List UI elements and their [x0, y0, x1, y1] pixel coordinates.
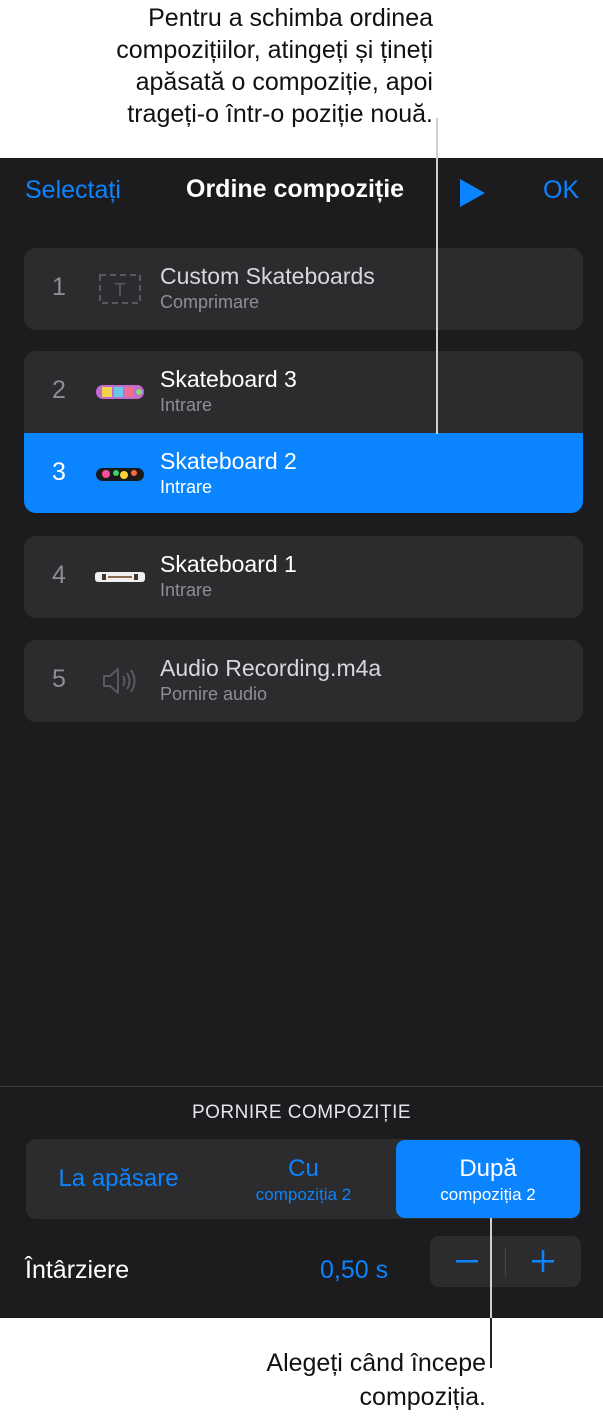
section-divider — [0, 1086, 603, 1087]
build-effect: Intrare — [160, 395, 213, 415]
callout-reorder-instructions: Pentru a schimba ordinea compozițiilor, … — [13, 2, 433, 130]
build-row-4[interactable]: 4 Skateboard 1 Intrare — [24, 536, 583, 618]
option-sublabel: compoziția 2 — [440, 1185, 536, 1204]
build-name: Custom Skateboards — [160, 263, 375, 289]
skateboard-2-image — [96, 468, 144, 481]
build-number: 1 — [52, 273, 66, 301]
build-name: Skateboard 3 — [160, 366, 297, 392]
callout-leader-line — [490, 1218, 492, 1318]
build-row-5[interactable]: 5 Audio Recording.m4a Pornire audio — [24, 640, 583, 722]
select-button[interactable]: Selectați — [25, 176, 121, 205]
plus-icon[interactable] — [506, 1236, 581, 1287]
nav-bar: Selectați Ordine compoziție OK — [0, 158, 603, 230]
build-number: 3 — [52, 458, 66, 486]
option-with-build[interactable]: Cu compoziția 2 — [211, 1139, 396, 1219]
option-label: După — [459, 1155, 517, 1182]
text-box-icon: T — [99, 274, 141, 304]
build-name: Skateboard 1 — [160, 551, 297, 577]
play-icon[interactable] — [457, 178, 487, 208]
callout-start-build: Alegeți când începe compoziția. — [86, 1346, 486, 1414]
svg-text:T: T — [115, 280, 126, 300]
build-name: Audio Recording.m4a — [160, 655, 382, 681]
build-number: 2 — [52, 376, 66, 404]
delay-value: 0,50 s — [320, 1256, 389, 1284]
callout-line: apăsată o compoziție, apoi — [135, 68, 433, 96]
callout-line: compozițiilor, atingeți și țineți — [116, 36, 433, 64]
build-number: 4 — [52, 561, 66, 589]
build-row-2[interactable]: 2 Skateboard 3 Intrare — [24, 351, 583, 433]
build-row-3[interactable]: 3 Skateboard 2 Intrare — [24, 433, 583, 513]
skateboard-3-image — [96, 385, 144, 399]
build-row-1[interactable]: 1 T Custom Skateboards Comprimare — [24, 248, 583, 330]
build-name: Skateboard 2 — [160, 448, 297, 474]
option-label: Cu — [288, 1155, 319, 1182]
callout-line: trageți-o într-o poziție nouă. — [127, 100, 433, 128]
build-order-panel: Selectați Ordine compoziție OK 1 T Custo… — [0, 158, 603, 1318]
skateboard-1-image — [95, 572, 145, 582]
build-effect: Intrare — [160, 477, 213, 497]
callout-leader-line — [436, 118, 438, 434]
build-effect: Comprimare — [160, 292, 260, 312]
build-number: 5 — [52, 665, 66, 693]
start-build-label: PORNIRE COMPOZIȚIE — [191, 1102, 412, 1123]
option-label: La apăsare — [58, 1165, 179, 1192]
page-title: Ordine compoziție — [186, 175, 405, 203]
delay-label: Întârziere — [25, 1256, 130, 1284]
option-after-build[interactable]: După compoziția 2 — [396, 1140, 580, 1218]
option-sublabel: compoziția 2 — [255, 1185, 352, 1204]
ok-button[interactable]: OK — [543, 176, 579, 205]
build-effect: Pornire audio — [160, 684, 268, 704]
start-build-segmented-control: La apăsare Cu compoziția 2 După compoziț… — [26, 1139, 581, 1219]
delay-stepper — [430, 1236, 581, 1287]
build-effect: Intrare — [160, 580, 213, 600]
callout-line: Alegeți când începe — [266, 1349, 486, 1377]
option-on-tap[interactable]: La apăsare — [26, 1139, 211, 1219]
minus-icon[interactable] — [430, 1236, 505, 1287]
callout-line: compoziția. — [359, 1383, 486, 1411]
callout-line: Pentru a schimba ordinea — [148, 4, 433, 32]
speaker-icon — [103, 668, 136, 694]
